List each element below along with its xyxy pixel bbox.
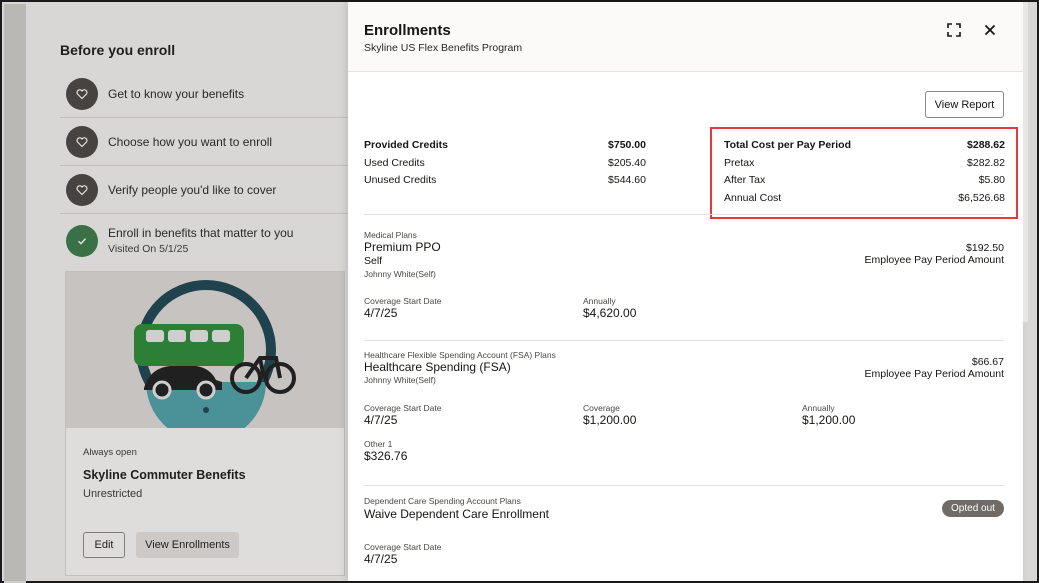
plan-category: Healthcare Flexible Spending Account (FS… — [364, 350, 556, 360]
card-title: Skyline Commuter Benefits — [83, 468, 246, 482]
drawer-header: Enrollments Skyline US Flex Benefits Pro… — [348, 2, 1023, 72]
coverage-value: $1,200.00 — [583, 413, 637, 427]
credits-row: Provided Credits $750.00 — [364, 139, 646, 157]
plan-name: Healthcare Spending (FSA) — [364, 360, 511, 374]
plan-amount-label: Employee Pay Period Amount — [864, 254, 1005, 266]
coverage-start-label: Coverage Start Date — [364, 542, 442, 552]
coverage-start-value: 4/7/25 — [364, 306, 398, 320]
cost-row: Annual Cost $6,526.68 — [724, 192, 1005, 210]
step-get-to-know[interactable]: Get to know your benefits — [60, 70, 350, 118]
step-label: Get to know your benefits — [108, 86, 245, 101]
cost-value: $282.82 — [967, 156, 1005, 169]
view-report-button[interactable]: View Report — [925, 91, 1004, 118]
other-label: Other 1 — [364, 439, 393, 449]
heart-icon — [66, 173, 98, 206]
opted-out-badge: Opted out — [942, 500, 1004, 517]
step-label: Verify people you'd like to cover — [108, 182, 277, 197]
credits-value: $750.00 — [608, 139, 646, 151]
step-visited-date: Visited On 5/1/25 — [108, 243, 189, 255]
drawer-subtitle: Skyline US Flex Benefits Program — [364, 42, 523, 54]
plan-name: Premium PPO — [364, 240, 441, 254]
step-verify-people[interactable]: Verify people you'd like to cover — [60, 166, 350, 214]
annual-label: Annually — [583, 296, 616, 306]
plan-amount-label: Employee Pay Period Amount — [864, 368, 1005, 380]
annual-value: $4,620.00 — [583, 306, 637, 320]
credits-label: Unused Credits — [364, 174, 437, 186]
cost-label: Pretax — [724, 156, 755, 169]
cost-label: Annual Cost — [724, 191, 782, 204]
plan-name: Waive Dependent Care Enrollment — [364, 507, 549, 521]
close-icon[interactable] — [982, 22, 998, 38]
cost-value: $6,526.68 — [958, 191, 1005, 204]
edit-button[interactable]: Edit — [83, 532, 125, 558]
checkmark-icon — [66, 225, 98, 257]
commuter-benefits-card[interactable]: Always open Skyline Commuter Benefits Un… — [65, 271, 345, 576]
cost-value: $5.80 — [978, 174, 1005, 186]
credits-row: Unused Credits $544.60 — [364, 174, 646, 192]
cost-row: After Tax $5.80 — [724, 174, 1005, 192]
credits-label: Provided Credits — [364, 139, 449, 151]
divider — [364, 340, 1004, 341]
plan-category: Dependent Care Spending Account Plans — [364, 496, 521, 506]
credits-summary: Provided Credits $750.00 Used Credits $2… — [364, 139, 646, 192]
heart-icon — [66, 125, 98, 158]
before-you-enroll-title: Before you enroll — [60, 42, 176, 58]
cost-value: $288.62 — [967, 139, 1005, 151]
plan-person: Johnny White(Self) — [364, 269, 436, 279]
coverage-label: Coverage — [583, 403, 620, 413]
step-label: Choose how you want to enroll — [108, 134, 273, 149]
cost-row: Pretax $282.82 — [724, 157, 1005, 175]
credits-value: $205.40 — [608, 156, 646, 169]
cost-label: Total Cost per Pay Period — [724, 139, 851, 151]
heart-icon — [66, 77, 98, 110]
annual-label: Annually — [802, 403, 835, 413]
plan-amount: $192.50 — [966, 242, 1004, 254]
coverage-start-value: 4/7/25 — [364, 413, 398, 427]
plan-coverage-level: Self — [364, 255, 383, 267]
credits-label: Used Credits — [364, 156, 425, 169]
plan-category: Medical Plans — [364, 230, 417, 240]
other-value: $326.76 — [364, 449, 408, 463]
commuter-illustration — [66, 272, 344, 428]
step-choose-how[interactable]: Choose how you want to enroll — [60, 118, 350, 166]
step-label: Enroll in benefits that matter to you — [108, 226, 294, 240]
coverage-start-value: 4/7/25 — [364, 552, 398, 566]
annual-value: $1,200.00 — [802, 413, 856, 427]
left-decorative-strip — [4, 4, 26, 583]
divider — [364, 485, 1004, 486]
coverage-start-label: Coverage Start Date — [364, 296, 442, 306]
view-enrollments-button[interactable]: View Enrollments — [136, 532, 239, 558]
coverage-start-label: Coverage Start Date — [364, 403, 442, 413]
divider — [364, 214, 1004, 215]
cost-summary-highlight: Total Cost per Pay Period $288.62 Pretax… — [710, 127, 1018, 219]
expand-icon[interactable] — [946, 22, 962, 38]
credits-value: $544.60 — [608, 174, 646, 186]
drawer-scrollbar[interactable] — [1023, 2, 1028, 322]
plan-person: Johnny White(Self) — [364, 375, 436, 385]
card-availability: Always open — [83, 447, 137, 458]
drawer-title: Enrollments — [364, 22, 451, 39]
cost-row: Total Cost per Pay Period $288.62 — [724, 139, 1005, 157]
enrollments-drawer: Enrollments Skyline US Flex Benefits Pro… — [348, 2, 1028, 581]
step-enroll-benefits[interactable]: Enroll in benefits that matter to you Vi… — [60, 216, 350, 266]
card-subtitle: Unrestricted — [83, 488, 143, 500]
plan-amount: $66.67 — [971, 356, 1004, 368]
cost-label: After Tax — [724, 174, 766, 186]
credits-row: Used Credits $205.40 — [364, 157, 646, 175]
